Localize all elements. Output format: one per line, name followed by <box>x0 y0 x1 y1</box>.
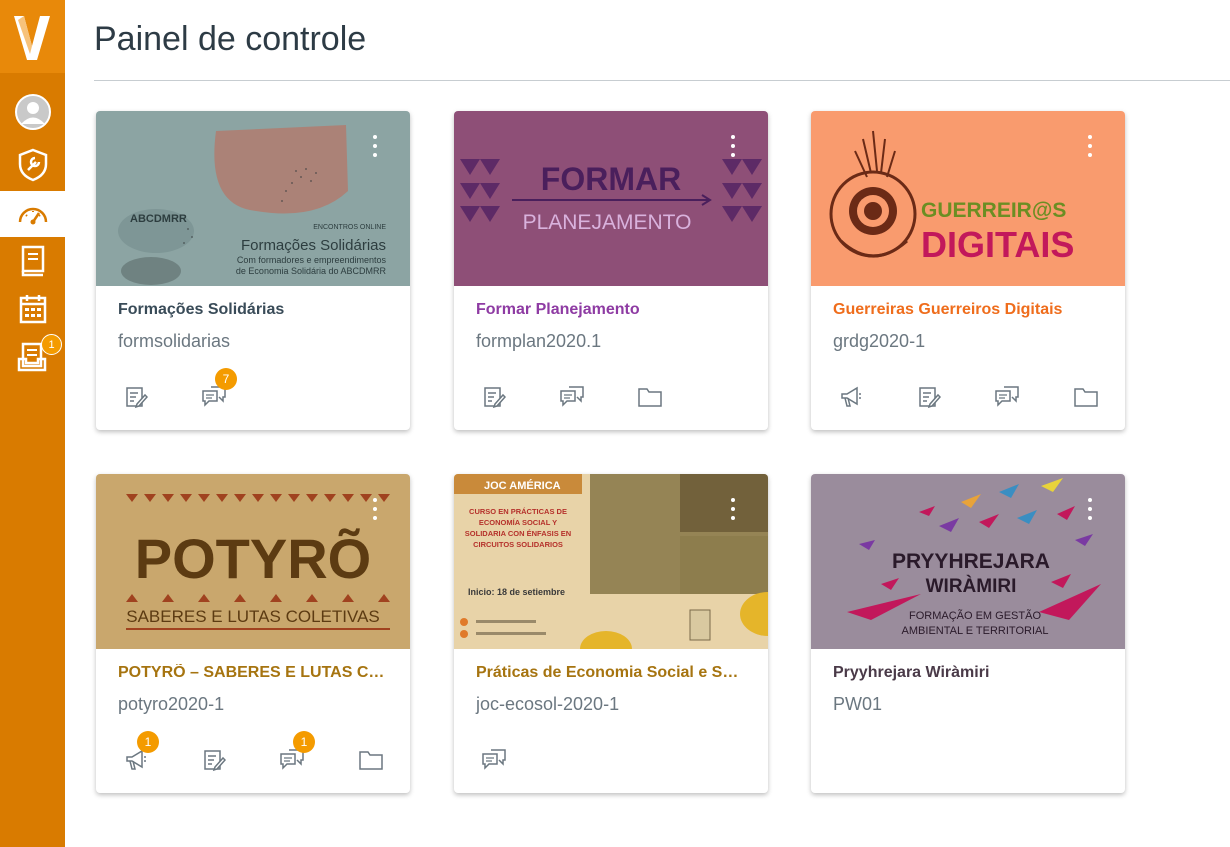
image-start: Inicio: 18 de setiembre <box>468 587 565 597</box>
logo[interactable] <box>0 0 65 73</box>
image-l1: CURSO EN PRÁCTICAS DE <box>469 507 567 516</box>
image-line2: SABERES E LUTAS COLETIVAS <box>126 607 380 626</box>
calendar-icon <box>19 295 46 324</box>
files-icon[interactable] <box>637 384 663 410</box>
image-line2: WIRÀMIRI <box>926 575 1017 597</box>
image-sub2: AMBIENTAL E TERRITORIAL <box>902 625 1049 637</box>
shield-wrench-icon <box>18 148 47 182</box>
course-card-image[interactable]: ABCDMRR ENCONTROS ONLINE Formações Solid… <box>96 111 410 286</box>
image-org: JOC AMÉRICA <box>484 479 561 492</box>
nav-inbox[interactable]: 1 <box>0 334 65 380</box>
discussions-icon[interactable]: 1 <box>279 731 315 773</box>
nav-courses[interactable] <box>0 238 65 284</box>
book-icon <box>21 245 44 277</box>
canvas-logo-icon <box>14 16 50 60</box>
avatar-icon <box>14 94 51 130</box>
course-card-formsolidarias[interactable]: ABCDMRR ENCONTROS ONLINE Formações Solid… <box>96 111 410 430</box>
unread-badge: 7 <box>215 368 237 390</box>
discussions-icon[interactable] <box>559 384 585 410</box>
image-l4: CIRCUITOS SOLIDARIOS <box>473 540 563 549</box>
discussions-icon[interactable] <box>994 384 1020 410</box>
nav-admin[interactable] <box>0 142 65 188</box>
discussions-icon[interactable] <box>481 747 507 773</box>
course-card-formplan[interactable]: FORMAR PLANEJAMENTO Formar Planejamento … <box>454 111 768 430</box>
course-code: joc-ecosol-2020-1 <box>476 694 620 714</box>
image-line1: POTYRÕ <box>135 527 371 590</box>
image-line2: DIGITAIS <box>921 224 1074 265</box>
unread-badge: 1 <box>293 731 315 753</box>
course-card-joc-ecosol[interactable]: JOC AMÉRICA CURSO EN PRÁCTICAS DE ECONOM… <box>454 474 768 793</box>
global-navigation: 1 <box>0 0 65 847</box>
course-card-pw01[interactable]: PRYYHREJARA WIRÀMIRI FORMAÇÃO EM GESTÃO … <box>811 474 1125 793</box>
course-card-image[interactable]: PRYYHREJARA WIRÀMIRI FORMAÇÃO EM GESTÃO … <box>811 474 1125 649</box>
course-title[interactable]: Guerreiras Guerreiros Digitais <box>833 301 1103 319</box>
nav-calendar[interactable] <box>0 286 65 332</box>
course-code: PW01 <box>833 694 883 714</box>
course-title[interactable]: Práticas de Economia Social e Solidária <box>476 664 746 682</box>
assignments-icon[interactable] <box>201 747 227 773</box>
image-line1: GUERREIR@S <box>921 199 1066 222</box>
course-code: formsolidarias <box>118 331 231 351</box>
image-line1: PRYYHREJARA <box>892 550 1050 573</box>
course-title[interactable]: POTYRÕ – SABERES E LUTAS COLETIVAS <box>118 664 388 682</box>
discussions-icon[interactable]: 7 <box>201 368 237 410</box>
card-options-button[interactable] <box>370 498 380 528</box>
course-code: potyro2020-1 <box>118 694 225 714</box>
course-title[interactable]: Pryyhrejara Wiràmiri <box>833 664 1103 682</box>
image-l2: ECONOMÍA SOCIAL Y <box>479 518 557 527</box>
unread-badge: 1 <box>137 731 159 753</box>
card-options-button[interactable] <box>1085 498 1095 528</box>
page-title: Painel de controle <box>94 20 367 58</box>
image-sub1: FORMAÇÃO EM GESTÃO <box>909 609 1041 622</box>
course-card-image[interactable]: GUERREIR@S DIGITAIS <box>811 111 1125 286</box>
announcements-icon[interactable]: 1 <box>123 731 159 773</box>
course-title[interactable]: Formações Solidárias <box>118 301 388 319</box>
course-card-image[interactable]: POTYRÕ SABERES E LUTAS COLETIVAS <box>96 474 410 649</box>
image-line2: PLANEJAMENTO <box>523 211 692 234</box>
assignments-icon[interactable] <box>123 384 149 410</box>
nav-account[interactable] <box>0 89 65 135</box>
image-l3: SOLIDARIA CON ÉNFASIS EN <box>465 529 571 538</box>
course-code: formplan2020.1 <box>476 331 602 351</box>
image-line1: FORMAR <box>541 161 681 197</box>
nav-dashboard[interactable] <box>0 191 65 237</box>
card-options-button[interactable] <box>370 135 380 165</box>
files-icon[interactable] <box>1073 384 1099 410</box>
course-card-grdg[interactable]: GUERREIR@S DIGITAIS Guerreiras Guerreiro… <box>811 111 1125 430</box>
card-options-button[interactable] <box>728 135 738 165</box>
speedometer-icon <box>18 207 47 225</box>
assignments-icon[interactable] <box>916 384 942 410</box>
announcements-icon[interactable] <box>838 384 864 410</box>
assignments-icon[interactable] <box>481 384 507 410</box>
files-icon[interactable] <box>358 747 384 773</box>
card-options-button[interactable] <box>1085 135 1095 165</box>
course-title[interactable]: Formar Planejamento <box>476 301 746 319</box>
course-card-image[interactable]: JOC AMÉRICA CURSO EN PRÁCTICAS DE ECONOM… <box>454 474 768 649</box>
inbox-unread-badge: 1 <box>41 334 62 355</box>
course-card-image[interactable]: FORMAR PLANEJAMENTO <box>454 111 768 286</box>
header-divider <box>94 80 1230 81</box>
course-code: grdg2020-1 <box>833 331 926 351</box>
card-options-button[interactable] <box>728 498 738 528</box>
course-card-potyro[interactable]: POTYRÕ SABERES E LUTAS COLETIVAS POTYRÕ … <box>96 474 410 793</box>
